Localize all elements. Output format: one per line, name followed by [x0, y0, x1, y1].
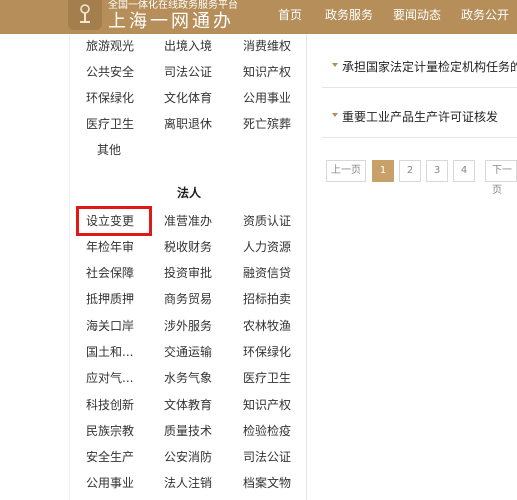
category-item[interactable]: 出境入境: [164, 38, 212, 54]
category-item[interactable]: 其他: [97, 142, 121, 158]
legal-category-item[interactable]: 税收财务: [164, 239, 212, 255]
pager-page-button[interactable]: 2: [399, 160, 421, 182]
category-item[interactable]: 环保绿化: [86, 90, 134, 106]
caret-down-icon: [332, 113, 338, 117]
logo-badge[interactable]: [68, 0, 102, 30]
legal-category-item[interactable]: 档案文物: [243, 475, 291, 491]
legal-category-item[interactable]: 国土和...: [86, 344, 133, 360]
category-item[interactable]: 死亡殡葬: [243, 116, 291, 132]
legal-category-item[interactable]: 文体教育: [164, 397, 212, 413]
legal-category-item[interactable]: 年检年审: [86, 239, 134, 255]
legal-category-item[interactable]: 准营准办: [164, 213, 212, 229]
legal-category-item[interactable]: 商务贸易: [164, 291, 212, 307]
pager-next-button[interactable]: 下一页: [485, 160, 517, 196]
legal-category-item[interactable]: 知识产权: [243, 397, 291, 413]
legal-category-item[interactable]: 水务气象: [164, 370, 212, 386]
legal-category-item[interactable]: 应对气...: [86, 370, 133, 386]
nav-gov-open[interactable]: 政务公开: [461, 0, 509, 34]
legal-category-item[interactable]: 公安消防: [164, 449, 212, 465]
service-item-title[interactable]: 承担国家法定计量检定机构任务的授: [342, 58, 517, 75]
service-list-item[interactable]: 承担国家法定计量检定机构任务的授: [322, 46, 517, 88]
category-item[interactable]: 文化体育: [164, 90, 212, 106]
legal-category-item[interactable]: 农林牧渔: [243, 318, 291, 334]
legal-category-item[interactable]: 法人注销: [164, 475, 212, 491]
legal-category-item[interactable]: 设立变更: [86, 213, 134, 229]
legal-category-item[interactable]: 科技创新: [86, 397, 134, 413]
service-list-item[interactable]: 重要工业产品生产许可证核发: [322, 96, 517, 138]
legal-category-item[interactable]: 公用事业: [86, 475, 134, 491]
category-item[interactable]: 旅游观光: [86, 38, 134, 54]
category-item[interactable]: 公用事业: [243, 90, 291, 106]
logo-title[interactable]: 上海一网通办: [108, 11, 234, 32]
legal-category-item[interactable]: 融资信贷: [243, 265, 291, 281]
pager-page-button[interactable]: 1: [372, 160, 394, 182]
legal-category-item[interactable]: 司法公证: [243, 449, 291, 465]
legal-category-item[interactable]: 涉外服务: [164, 318, 212, 334]
legal-category-item[interactable]: 环保绿化: [243, 344, 291, 360]
legal-category-item[interactable]: 社会保障: [86, 265, 134, 281]
legal-category-item[interactable]: 人力资源: [243, 239, 291, 255]
category-item[interactable]: 医疗卫生: [86, 116, 134, 132]
pager-page-button[interactable]: 3: [426, 160, 448, 182]
legal-category-item[interactable]: 质量技术: [164, 423, 212, 439]
shanghai-logo-icon: [80, 4, 90, 23]
pager-prev-button[interactable]: 上一页: [326, 160, 366, 182]
site-header: 全国一体化在线政务服务平台 上海一网通办 首页 政务服务 要闻动态 政务公开: [0, 0, 517, 34]
category-item[interactable]: 消费维权: [243, 38, 291, 54]
pager-page-button[interactable]: 4: [453, 160, 475, 182]
legal-category-item[interactable]: 投资审批: [164, 265, 212, 281]
legal-category-item[interactable]: 交通运输: [164, 344, 212, 360]
legal-category-item[interactable]: 安全生产: [86, 449, 134, 465]
nav-home[interactable]: 首页: [278, 0, 302, 34]
legal-category-item[interactable]: 抵押质押: [86, 291, 134, 307]
legal-category-item[interactable]: 民族宗教: [86, 423, 134, 439]
section-title-legal: 法人: [177, 186, 202, 200]
logo-subtitle: 全国一体化在线政务服务平台: [108, 0, 238, 11]
legal-category-item[interactable]: 海关口岸: [86, 318, 134, 334]
legal-category-item[interactable]: 招标拍卖: [243, 291, 291, 307]
category-item[interactable]: 知识产权: [243, 64, 291, 80]
legal-category-item[interactable]: 资质认证: [243, 213, 291, 229]
category-item[interactable]: 公共安全: [86, 64, 134, 80]
category-item[interactable]: 离职退休: [164, 116, 212, 132]
legal-category-item[interactable]: 检验检疫: [243, 423, 291, 439]
category-item[interactable]: 司法公证: [164, 64, 212, 80]
nav-news[interactable]: 要闻动态: [393, 0, 441, 34]
service-item-title[interactable]: 重要工业产品生产许可证核发: [342, 108, 498, 125]
caret-down-icon: [332, 63, 338, 67]
nav-gov-services[interactable]: 政务服务: [325, 0, 373, 34]
legal-category-item[interactable]: 医疗卫生: [243, 370, 291, 386]
